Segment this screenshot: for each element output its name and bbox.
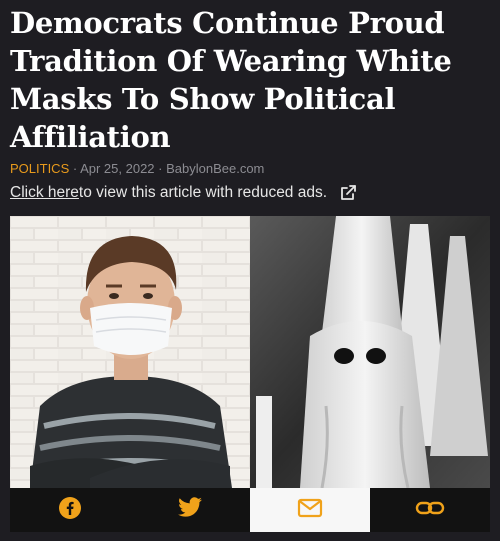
category-label[interactable]: POLITICS — [10, 161, 69, 176]
facebook-icon — [58, 496, 82, 524]
share-copy-link-button[interactable] — [370, 488, 490, 532]
link-icon — [415, 498, 445, 522]
article-source: BabylonBee.com — [166, 161, 265, 176]
share-email-button[interactable] — [250, 488, 370, 532]
email-icon — [297, 498, 323, 522]
meta-separator: · — [154, 161, 167, 176]
hooded-figure-photo — [250, 216, 490, 488]
reduced-ads-text: to view this article with reduced ads. — [78, 184, 328, 201]
twitter-icon — [177, 497, 203, 523]
external-link-icon[interactable] — [339, 184, 357, 202]
reduced-ads-notice: Click here to view this article with red… — [10, 184, 357, 202]
article-headline: Democrats Continue Proud Tradition Of We… — [10, 6, 452, 154]
meta-separator: · — [69, 161, 81, 176]
masked-man-photo — [10, 216, 250, 488]
share-facebook-button[interactable] — [10, 488, 130, 532]
article-image[interactable] — [10, 216, 490, 488]
reduced-ads-link[interactable]: Click here — [10, 184, 79, 202]
article-meta: POLITICS · Apr 25, 2022 · BabylonBee.com — [10, 161, 264, 176]
share-bar — [10, 488, 490, 532]
article-date: Apr 25, 2022 — [80, 161, 155, 176]
share-twitter-button[interactable] — [130, 488, 250, 532]
